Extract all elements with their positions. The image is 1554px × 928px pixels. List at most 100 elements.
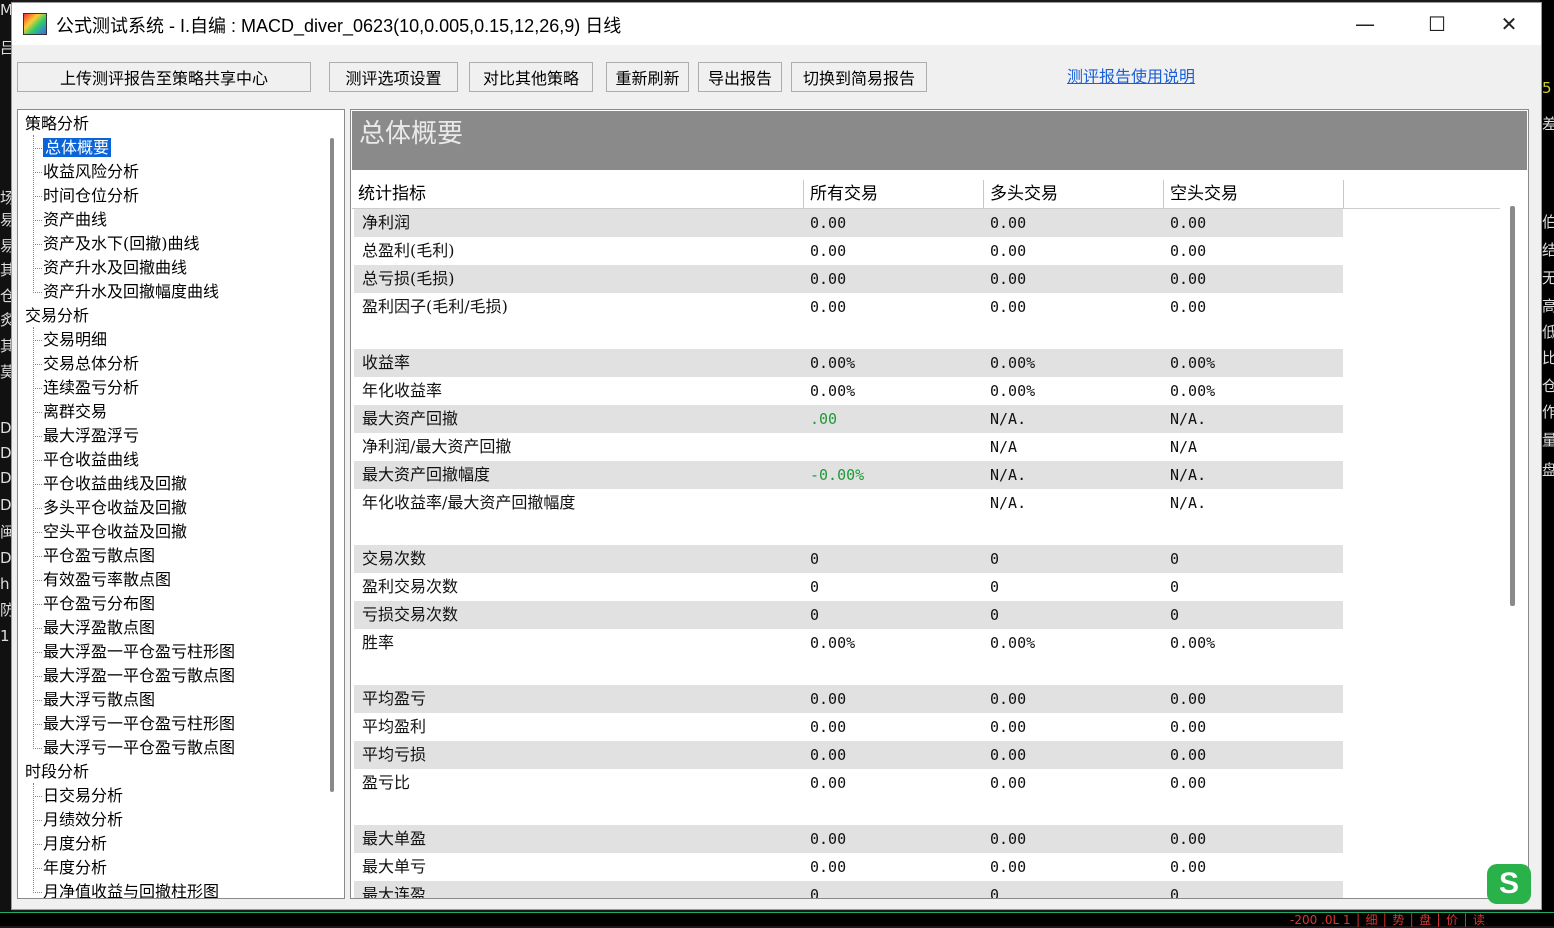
tree-item[interactable]: 平仓盈亏散点图: [43, 545, 155, 567]
compare-strategies-button[interactable]: 对比其他策略: [469, 62, 593, 92]
table-row: 年化收益率 0.00% 0.00% 0.00%: [354, 377, 1343, 405]
cell-long: 0: [990, 886, 1000, 899]
cell-all: 0.00: [810, 298, 847, 316]
cell-long: 0.00: [990, 830, 1027, 848]
cell-short: 0.00: [1170, 214, 1207, 232]
tree-item[interactable]: 最大浮盈一平仓盈亏柱形图: [43, 641, 235, 663]
tree-item[interactable]: 离群交易: [43, 401, 107, 423]
cell-short: N/A.: [1170, 466, 1207, 484]
tree-item[interactable]: 日交易分析: [43, 785, 123, 807]
content-scrollbar[interactable]: [1510, 206, 1515, 606]
tree-item[interactable]: 总体概要: [43, 137, 112, 159]
tree-item[interactable]: 月绩效分析: [43, 809, 123, 831]
tree-item[interactable]: 资产及水下(回撤)曲线: [43, 233, 200, 255]
col-header-long[interactable]: 多头交易: [984, 180, 1164, 208]
tree-item[interactable]: 平仓收益曲线: [43, 449, 139, 471]
col-header-all[interactable]: 所有交易: [804, 180, 984, 208]
tree-item[interactable]: 最大浮盈一平仓盈亏散点图: [43, 665, 235, 687]
cell-short: 0: [1170, 886, 1180, 899]
upload-report-button[interactable]: 上传测评报告至策略共享中心: [17, 62, 311, 92]
cell-long: 0.00: [990, 774, 1027, 792]
tree-group[interactable]: 策略分析: [25, 113, 89, 135]
tree-item[interactable]: 连续盈亏分析: [43, 377, 139, 399]
options-button[interactable]: 测评选项设置: [329, 62, 458, 92]
tree-item[interactable]: 时间仓位分析: [43, 185, 139, 207]
report-content: 总体概要 统计指标 所有交易 多头交易 空头交易 净利润 0.00 0.00 0.00…: [350, 109, 1529, 899]
tree-group[interactable]: 交易分析: [25, 305, 89, 327]
tree-item-label: 月度分析: [43, 834, 108, 853]
tree-item-label: 平仓收益曲线: [43, 450, 140, 469]
report-help-link[interactable]: 测评报告使用说明: [1067, 63, 1195, 87]
switch-simple-report-button[interactable]: 切换到简易报告: [791, 62, 927, 92]
tree-item[interactable]: 有效盈亏率散点图: [43, 569, 171, 591]
table-row: 总亏损(毛损) 0.00 0.00 0.00: [354, 265, 1343, 293]
cell-long: 0.00%: [990, 634, 1036, 652]
cell-short: 0.00%: [1170, 382, 1216, 400]
tree-item[interactable]: 多头平仓收益及回撤: [43, 497, 187, 519]
table-row: 胜率 0.00% 0.00% 0.00%: [354, 629, 1343, 657]
close-icon: ✕: [1500, 12, 1518, 36]
table-row: 最大单盈 0.00 0.00 0.00: [354, 825, 1343, 853]
corner-logo-icon[interactable]: S: [1487, 864, 1531, 904]
col-header-short[interactable]: 空头交易: [1164, 180, 1344, 208]
cell-short: 0.00: [1170, 690, 1207, 708]
export-report-button[interactable]: 导出报告: [698, 62, 782, 92]
cell-short: 0.00%: [1170, 634, 1216, 652]
tree-connector: [33, 460, 42, 461]
tree-item[interactable]: 最大浮亏一平仓盈亏柱形图: [43, 713, 235, 735]
close-button[interactable]: ✕: [1474, 3, 1544, 45]
tree-item[interactable]: 空头平仓收益及回撤: [43, 521, 187, 543]
cell-all: 0.00: [810, 858, 847, 876]
tree-group[interactable]: 时段分析: [25, 761, 89, 783]
minimize-button[interactable]: —: [1330, 3, 1400, 45]
cell-label: 平均亏损: [362, 745, 427, 764]
tree-item-label: 最大浮盈散点图: [43, 618, 156, 637]
tree-item[interactable]: 平仓收益曲线及回撤: [43, 473, 187, 495]
tree-item[interactable]: 最大浮亏散点图: [43, 689, 155, 711]
table-row: 最大资产回撤 .00 N/A. N/A.: [354, 405, 1343, 433]
tree-item[interactable]: 资产升水及回撤曲线: [43, 257, 187, 279]
tree-item-label: 平仓收益曲线及回撤: [43, 474, 188, 493]
refresh-button[interactable]: 重新刷新: [606, 62, 689, 92]
tree-item[interactable]: 最大浮亏一平仓盈亏散点图: [43, 737, 235, 759]
table-row: [354, 321, 1343, 349]
cell-label: 最大单盈: [362, 829, 427, 848]
tree-item[interactable]: 平仓盈亏分布图: [43, 593, 155, 615]
cell-long: 0.00: [990, 746, 1027, 764]
cell-label: 最大单亏: [362, 857, 427, 876]
tree-item[interactable]: 月净值收益与回撤柱形图: [43, 881, 219, 898]
cell-long: N/A: [990, 438, 1018, 456]
cell-short: 0.00: [1170, 718, 1207, 736]
formula-test-window: 公式测试系统 - I.自编 : MACD_diver_0623(10,0.005…: [11, 2, 1542, 910]
tree-item-label: 最大浮亏一平仓盈亏散点图: [43, 738, 236, 757]
tree-item[interactable]: 最大浮盈散点图: [43, 617, 155, 639]
tree-item[interactable]: 年度分析: [43, 857, 107, 879]
col-header-metric[interactable]: 统计指标: [352, 180, 804, 208]
tree-item[interactable]: 收益风险分析: [43, 161, 139, 183]
tree-item-label: 资产升水及回撤曲线: [43, 258, 188, 277]
table-row: 平均盈利 0.00 0.00 0.00: [354, 713, 1343, 741]
tree-item-label: 资产曲线: [43, 210, 108, 229]
tree-item[interactable]: 资产曲线: [43, 209, 107, 231]
title-bar: 公式测试系统 - I.自编 : MACD_diver_0623(10,0.005…: [12, 3, 1541, 45]
tree-connector: [33, 532, 42, 533]
cell-all: 0.00%: [810, 634, 856, 652]
tree-connector: [33, 748, 42, 749]
cell-all: -0.00%: [810, 466, 865, 484]
tree-item[interactable]: 月度分析: [43, 833, 107, 855]
tree-connector: [33, 135, 34, 293]
tree-item[interactable]: 交易总体分析: [43, 353, 139, 375]
cell-all: .00: [810, 410, 838, 428]
cell-all: 0.00: [810, 774, 847, 792]
tree-item[interactable]: 交易明细: [43, 329, 107, 351]
cell-short: 0.00: [1170, 746, 1207, 764]
cell-short: 0.00%: [1170, 354, 1216, 372]
background-app-right: 5差 伯结无 高低比 仓作量 盘: [1540, 0, 1554, 925]
tree-item[interactable]: 资产升水及回撤幅度曲线: [43, 281, 219, 303]
tree-scrollbar[interactable]: [330, 138, 334, 792]
tree-item[interactable]: 最大浮盈浮亏: [43, 425, 139, 447]
cell-long: 0.00: [990, 214, 1027, 232]
table-row: [354, 797, 1343, 825]
maximize-button[interactable]: ☐: [1402, 3, 1472, 45]
table-row: 最大资产回撤幅度 -0.00% N/A. N/A.: [354, 461, 1343, 489]
